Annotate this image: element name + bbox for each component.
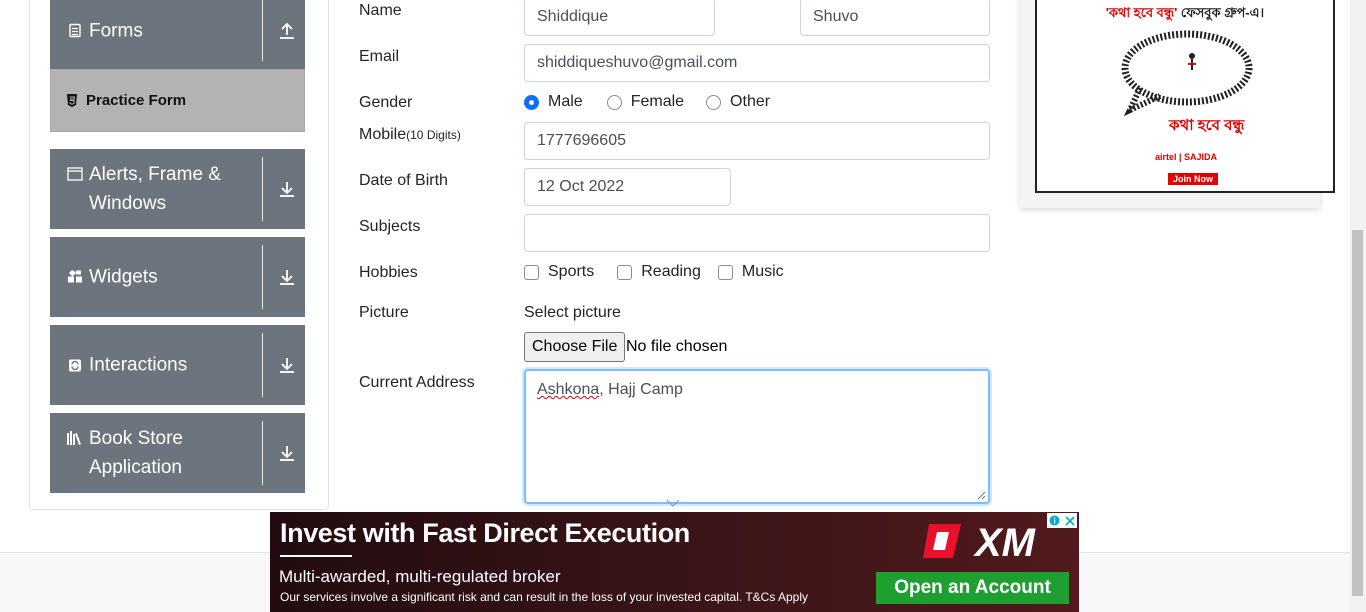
close-icon[interactable]	[1065, 515, 1075, 526]
hobbies-label: Hobbies	[359, 264, 418, 281]
sidebar-group-label: Interactions	[89, 354, 188, 376]
ad-headline-rest: ফেসবুক গ্রুপ-এ।	[1177, 5, 1265, 20]
radio-label: Male	[548, 93, 583, 110]
ad-headline: Invest with Fast Direct Execution	[280, 518, 690, 548]
current-address-textarea[interactable]: Ashkona, Hajj Camp	[524, 369, 990, 504]
practice-form-page: Forms Practice Form Alerts, Frame & Wind…	[0, 0, 1366, 612]
picture-label: Picture	[359, 304, 409, 321]
xm-logo-text: XM	[973, 521, 1037, 564]
divider	[262, 333, 263, 397]
chevron-down-icon	[666, 499, 680, 507]
email-label: Email	[359, 48, 400, 65]
last-name-input[interactable]: Shuvo	[800, 0, 990, 36]
radio-button[interactable]	[606, 94, 622, 110]
divider	[262, 245, 263, 309]
sidebar-group-widgets-title: Widgets	[67, 263, 257, 292]
sidebar-group-forms-title: Forms	[67, 16, 257, 45]
arrow-up-icon[interactable]	[277, 21, 297, 41]
picture-prompt: Select picture	[524, 304, 621, 321]
ad-fine-print: Our services involve a significant risk …	[280, 590, 809, 604]
resize-handle-icon[interactable]	[977, 491, 986, 500]
widgets-icon	[67, 269, 83, 285]
first-name-input[interactable]: Shiddique	[524, 0, 715, 36]
misspelled-word: Ashkona	[537, 381, 600, 398]
vertical-scrollbar-thumb[interactable]	[1352, 230, 1363, 596]
date-of-birth-input[interactable]: 12 Oct 2022	[524, 168, 731, 206]
gender-option-female[interactable]: Female	[606, 93, 685, 111]
arrow-down-icon[interactable]	[277, 179, 297, 199]
sidebar-group-alerts-title: Alerts, Frame & Windows	[67, 160, 257, 218]
checkbox[interactable]	[617, 264, 633, 280]
radio-button[interactable]	[706, 94, 722, 110]
sidebar-group-interactions[interactable]: Interactions	[50, 325, 305, 405]
divider	[262, 421, 263, 485]
ad-partner-logos: airtel | SAJIDA	[1155, 152, 1218, 162]
hobby-option-reading[interactable]: Reading	[617, 263, 701, 281]
divider	[262, 0, 263, 61]
sidebar-item-practice-form[interactable]: Practice Form	[50, 69, 305, 132]
hobbies-checkbox-group: Sports Reading Music	[524, 263, 798, 281]
interactions-icon	[67, 357, 83, 373]
gender-label: Gender	[359, 94, 413, 111]
window-icon	[67, 166, 83, 182]
subjects-label: Subjects	[359, 218, 421, 235]
gender-option-male[interactable]: Male	[524, 93, 583, 111]
checkbox-label: Music	[741, 263, 784, 280]
ad-headline-highlight: 'কথা হবে বন্ধু'	[1105, 5, 1178, 20]
sidebar-group-interactions-title: Interactions	[67, 351, 257, 380]
sidebar-group-forms[interactable]: Forms	[50, 0, 305, 69]
hobby-option-sports[interactable]: Sports	[524, 263, 594, 281]
form-icon	[67, 23, 83, 39]
arrow-down-icon[interactable]	[277, 267, 297, 287]
address-text: , Hajj Camp	[599, 381, 683, 398]
mobile-label: Mobile(10 Digits)	[359, 126, 461, 144]
divider	[262, 157, 263, 221]
checkbox-label: Reading	[641, 263, 701, 280]
radio-label: Other	[730, 93, 771, 110]
sidebar-group-widgets[interactable]: Widgets	[50, 237, 305, 317]
sidebar-group-label: Book Store Application	[89, 428, 183, 478]
subjects-input[interactable]	[524, 214, 990, 252]
html5-icon	[66, 94, 78, 107]
mobile-label-text: Mobile	[359, 126, 407, 143]
arrow-down-icon[interactable]	[277, 355, 297, 375]
radio-button-checked[interactable]	[524, 94, 539, 110]
ad-subline: Multi-awarded, multi-regulated broker	[279, 567, 561, 586]
ad-choices[interactable]	[1047, 513, 1077, 528]
name-label: Name	[359, 2, 402, 19]
gender-option-other[interactable]: Other	[706, 93, 770, 111]
sidebar-item-label: Practice Form	[86, 92, 187, 109]
email-input[interactable]: shiddiqueshuvo@gmail.com	[524, 44, 990, 82]
sidebar-group-alerts-frame-windows[interactable]: Alerts, Frame & Windows	[50, 149, 305, 229]
bengali-ad-banner[interactable]: 'কথা হবে বন্ধু' ফেসবুক গ্রুপ-এ। কথা হবে …	[1035, 0, 1335, 193]
mobile-input[interactable]: 1777696605	[524, 122, 990, 160]
ad-brand-text: কথা হবে বন্ধু	[1169, 117, 1245, 134]
sidebar-group-label: Forms	[89, 20, 143, 41]
arrow-down-icon[interactable]	[277, 443, 297, 463]
checkbox-label: Sports	[548, 263, 595, 280]
sidebar-group-book-store-title: Book Store Application	[67, 424, 257, 482]
mobile-hint: (10 Digits)	[406, 128, 461, 142]
divider	[280, 555, 352, 557]
current-address-label: Current Address	[359, 374, 475, 391]
info-icon[interactable]	[1049, 515, 1060, 526]
hobby-option-music[interactable]: Music	[717, 263, 784, 281]
sidebar-group-book-store[interactable]: Book Store Application	[50, 413, 305, 493]
xm-ad-banner[interactable]: Invest with Fast Direct Execution Multi-…	[270, 512, 1079, 612]
sidebar-group-label: Alerts, Frame & Windows	[89, 164, 221, 214]
dob-label: Date of Birth	[359, 172, 448, 189]
gender-radio-group: Male Female Other	[524, 93, 784, 111]
checkbox[interactable]	[717, 264, 733, 280]
radio-label: Female	[630, 93, 685, 110]
crowd-speech-bubble-illustration	[1121, 30, 1253, 116]
file-status-text: No file chosen	[626, 338, 728, 355]
ad-headline: 'কথা হবে বন্ধু' ফেসবুক গ্রুপ-এ।	[1037, 4, 1333, 25]
books-icon	[67, 430, 83, 446]
checkbox[interactable]	[524, 264, 539, 280]
sidebar-group-label: Widgets	[89, 266, 158, 288]
choose-file-button[interactable]: Choose File	[524, 332, 626, 362]
open-account-button[interactable]: Open an Account	[876, 572, 1069, 604]
ad-join-button[interactable]: Join Now	[1168, 173, 1218, 185]
